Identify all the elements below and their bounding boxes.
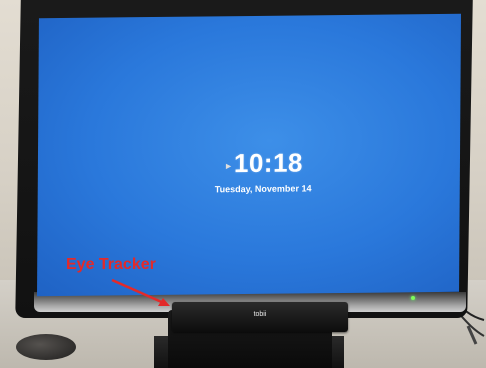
annotation-arrow-icon [111, 278, 170, 306]
photo: ▶ 10:18 Tuesday, November 14 tobii Eye T… [0, 0, 486, 368]
